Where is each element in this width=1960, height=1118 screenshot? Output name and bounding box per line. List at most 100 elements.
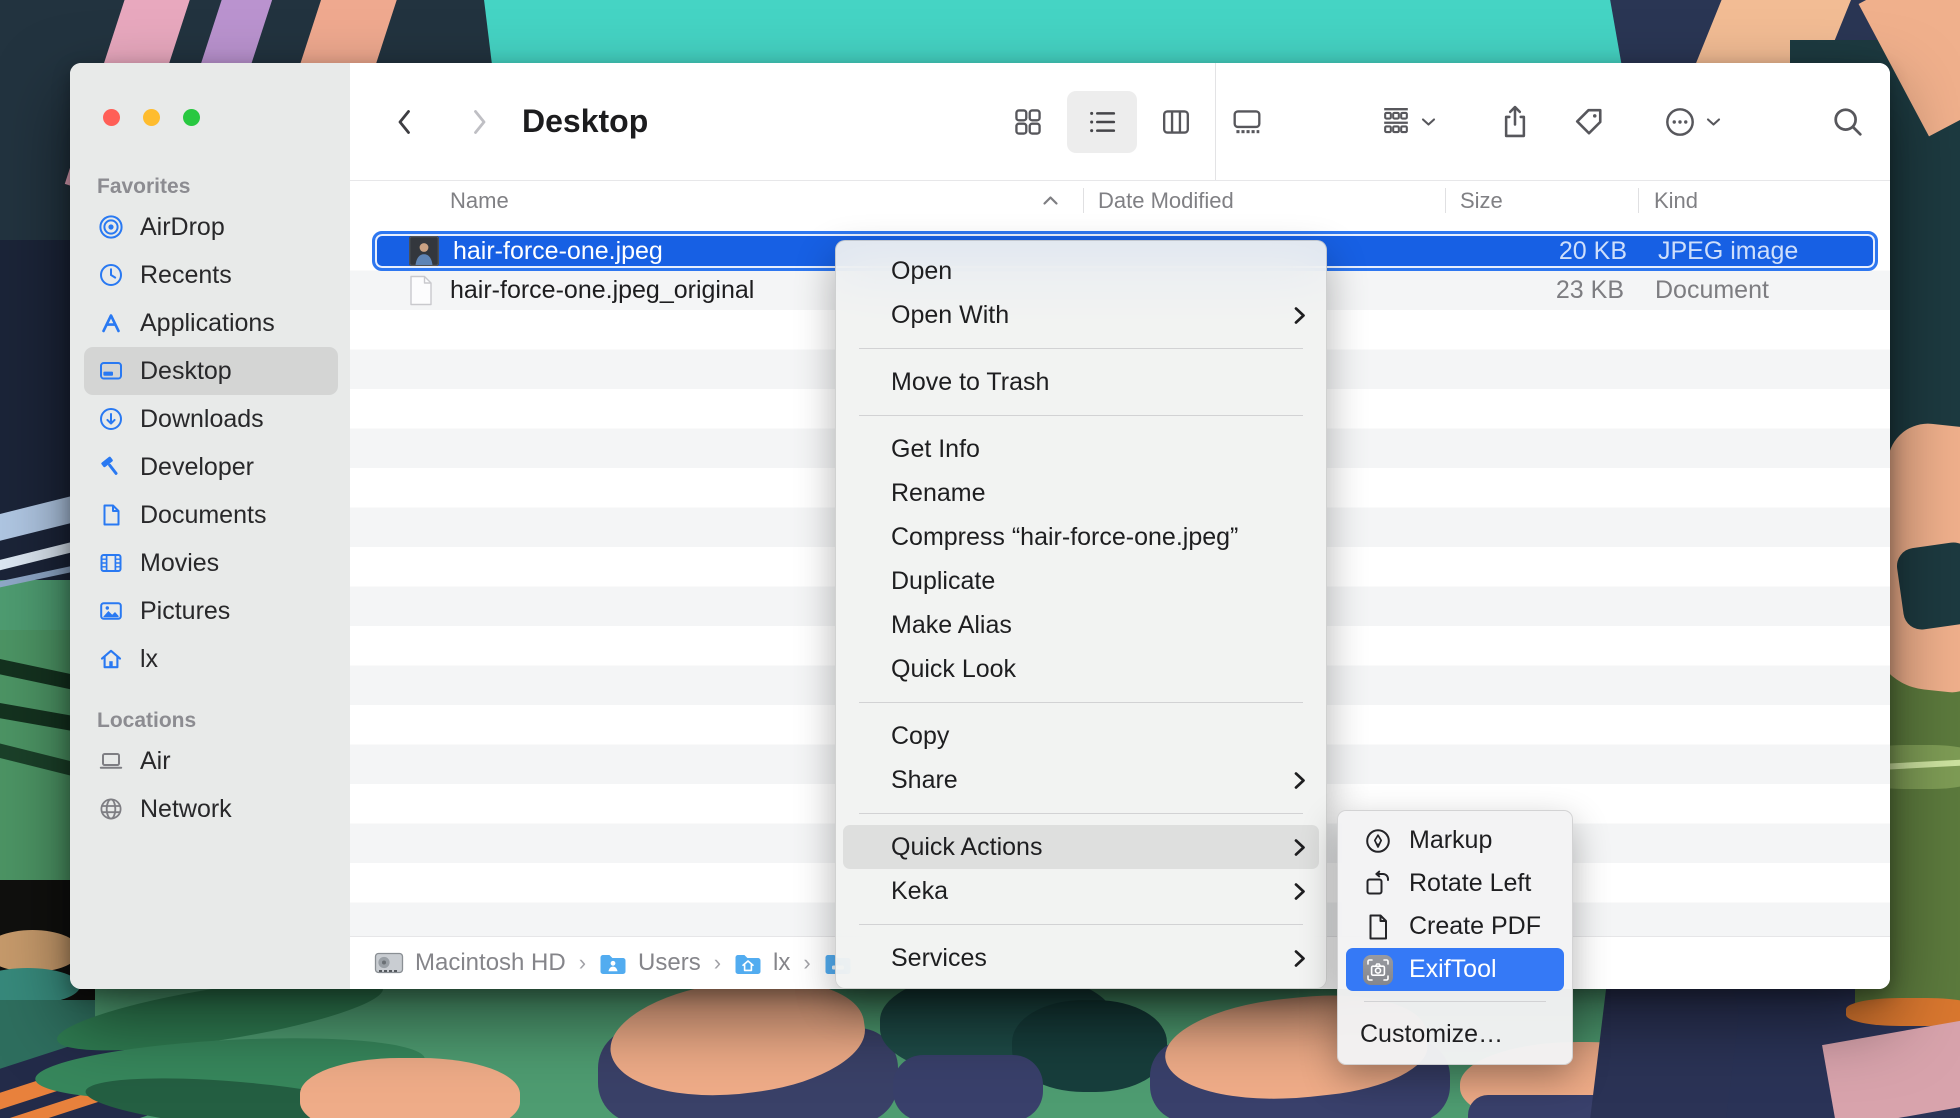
column-view-button[interactable]: [1145, 63, 1207, 180]
menu-separator: [859, 348, 1303, 349]
menu-item-label: Share: [891, 766, 958, 795]
sidebar-item-airdrop[interactable]: AirDrop: [84, 203, 338, 251]
home-icon: [97, 646, 125, 672]
menu-separator: [859, 924, 1303, 925]
gallery-view-button[interactable]: [1215, 63, 1278, 180]
path-separator: ›: [714, 950, 721, 976]
menu-item-share[interactable]: Share: [836, 758, 1326, 802]
menu-item-open[interactable]: Open: [836, 249, 1326, 293]
folder-users-icon[interactable]: [599, 952, 627, 975]
group-by-button[interactable]: [1360, 63, 1456, 180]
share-icon: [1498, 103, 1532, 141]
menu-item-open-with[interactable]: Open With: [836, 293, 1326, 337]
path-item[interactable]: Users: [638, 949, 701, 977]
file-kind: JPEG image: [1658, 234, 1798, 268]
clock-icon: [97, 262, 125, 288]
sort-ascending-icon[interactable]: [1042, 180, 1059, 221]
tag-button[interactable]: [1562, 63, 1616, 180]
submenu-item-rotate-left[interactable]: Rotate Left: [1338, 862, 1572, 905]
column-divider[interactable]: [1638, 188, 1639, 213]
menu-item-services[interactable]: Services: [836, 936, 1326, 980]
sidebar-item-label: Air: [140, 747, 171, 776]
sidebar-item-label: Applications: [140, 309, 275, 338]
markup-icon: [1362, 827, 1394, 855]
close-window-button[interactable]: [103, 109, 120, 126]
sidebar-item-label: Network: [140, 795, 232, 824]
menu-item-label: Open With: [891, 301, 1009, 330]
menu-item-make-alias[interactable]: Make Alias: [836, 603, 1326, 647]
menu-separator: [859, 702, 1303, 703]
back-button[interactable]: [380, 63, 430, 180]
column-view-icon: [1160, 106, 1192, 138]
column-header-name[interactable]: Name: [450, 180, 509, 221]
wallpaper-shape: [300, 1058, 520, 1118]
column-header-date-modified[interactable]: Date Modified: [1098, 180, 1234, 221]
photo-icon: [97, 598, 125, 624]
menu-item-duplicate[interactable]: Duplicate: [836, 559, 1326, 603]
desktop: Favorites AirDrop Recents Applications D…: [0, 0, 1960, 1118]
sidebar-item-developer[interactable]: Developer: [84, 443, 338, 491]
menu-item-compress[interactable]: Compress “hair-force-one.jpeg”: [836, 515, 1326, 559]
submenu-item-customize[interactable]: Customize…: [1338, 1012, 1572, 1056]
exiftool-icon: [1362, 955, 1394, 985]
menu-item-rename[interactable]: Rename: [836, 471, 1326, 515]
more-icon: [1663, 105, 1697, 139]
context-menu: Open Open With Move to Trash Get Info Re…: [835, 240, 1327, 989]
submenu-item-markup[interactable]: Markup: [1338, 819, 1572, 862]
more-options-button[interactable]: [1646, 63, 1738, 180]
sidebar-item-label: Movies: [140, 549, 219, 578]
menu-item-quick-actions[interactable]: Quick Actions: [843, 825, 1319, 869]
forward-button[interactable]: [454, 63, 504, 180]
sidebar-item-documents[interactable]: Documents: [84, 491, 338, 539]
path-item[interactable]: lx: [773, 949, 790, 977]
window-controls: [103, 109, 200, 126]
list-view-button[interactable]: [1067, 91, 1137, 153]
menu-separator: [1364, 1001, 1546, 1002]
hard-drive-icon[interactable]: [374, 950, 404, 976]
view-switcher: [990, 63, 1285, 180]
path-separator: ›: [579, 950, 586, 976]
menu-item-move-to-trash[interactable]: Move to Trash: [836, 360, 1326, 404]
sidebar-item-pictures[interactable]: Pictures: [84, 587, 338, 635]
sidebar-item-movies[interactable]: Movies: [84, 539, 338, 587]
chevron-right-icon: [466, 107, 492, 137]
menu-item-copy[interactable]: Copy: [836, 714, 1326, 758]
sidebar-item-downloads[interactable]: Downloads: [84, 395, 338, 443]
column-header-size[interactable]: Size: [1460, 180, 1503, 221]
sidebar-item-air[interactable]: Air: [84, 737, 338, 785]
file-size: 23 KB: [1500, 271, 1624, 311]
search-button[interactable]: [1820, 63, 1876, 180]
column-divider[interactable]: [1083, 188, 1084, 213]
menu-item-quick-look[interactable]: Quick Look: [836, 647, 1326, 691]
sidebar-item-recents[interactable]: Recents: [84, 251, 338, 299]
path-item[interactable]: Macintosh HD: [415, 949, 566, 977]
column-header-kind[interactable]: Kind: [1654, 180, 1698, 221]
wallpaper-shape: [1895, 540, 1960, 632]
submenu-item-create-pdf[interactable]: Create PDF: [1338, 905, 1572, 948]
laptop-icon: [97, 748, 125, 774]
menu-separator: [859, 813, 1303, 814]
quick-actions-submenu: Markup Rotate Left Create PDF ExifTool C…: [1337, 810, 1573, 1065]
download-circle-icon: [97, 406, 125, 432]
sidebar-section-favorites: Favorites: [84, 171, 338, 203]
submenu-item-label: Customize…: [1360, 1020, 1503, 1049]
sidebar-item-applications[interactable]: Applications: [84, 299, 338, 347]
sidebar-item-label: Documents: [140, 501, 266, 530]
icon-view-button[interactable]: [997, 63, 1059, 180]
sidebar-item-label: lx: [140, 645, 158, 674]
share-button[interactable]: [1488, 63, 1542, 180]
applications-icon: [97, 310, 125, 336]
file-name: hair-force-one.jpeg_original: [450, 271, 754, 311]
column-divider[interactable]: [1445, 188, 1446, 213]
file-size: 20 KB: [1503, 234, 1627, 268]
sidebar-item-desktop[interactable]: Desktop: [84, 347, 338, 395]
zoom-window-button[interactable]: [183, 109, 200, 126]
minimize-window-button[interactable]: [143, 109, 160, 126]
folder-home-icon[interactable]: [734, 952, 762, 975]
sidebar-item-home-lx[interactable]: lx: [84, 635, 338, 683]
submenu-item-exiftool[interactable]: ExifTool: [1346, 948, 1564, 991]
grid-view-icon: [1012, 106, 1044, 138]
menu-item-get-info[interactable]: Get Info: [836, 427, 1326, 471]
menu-item-keka[interactable]: Keka: [836, 869, 1326, 913]
sidebar-item-network[interactable]: Network: [84, 785, 338, 833]
